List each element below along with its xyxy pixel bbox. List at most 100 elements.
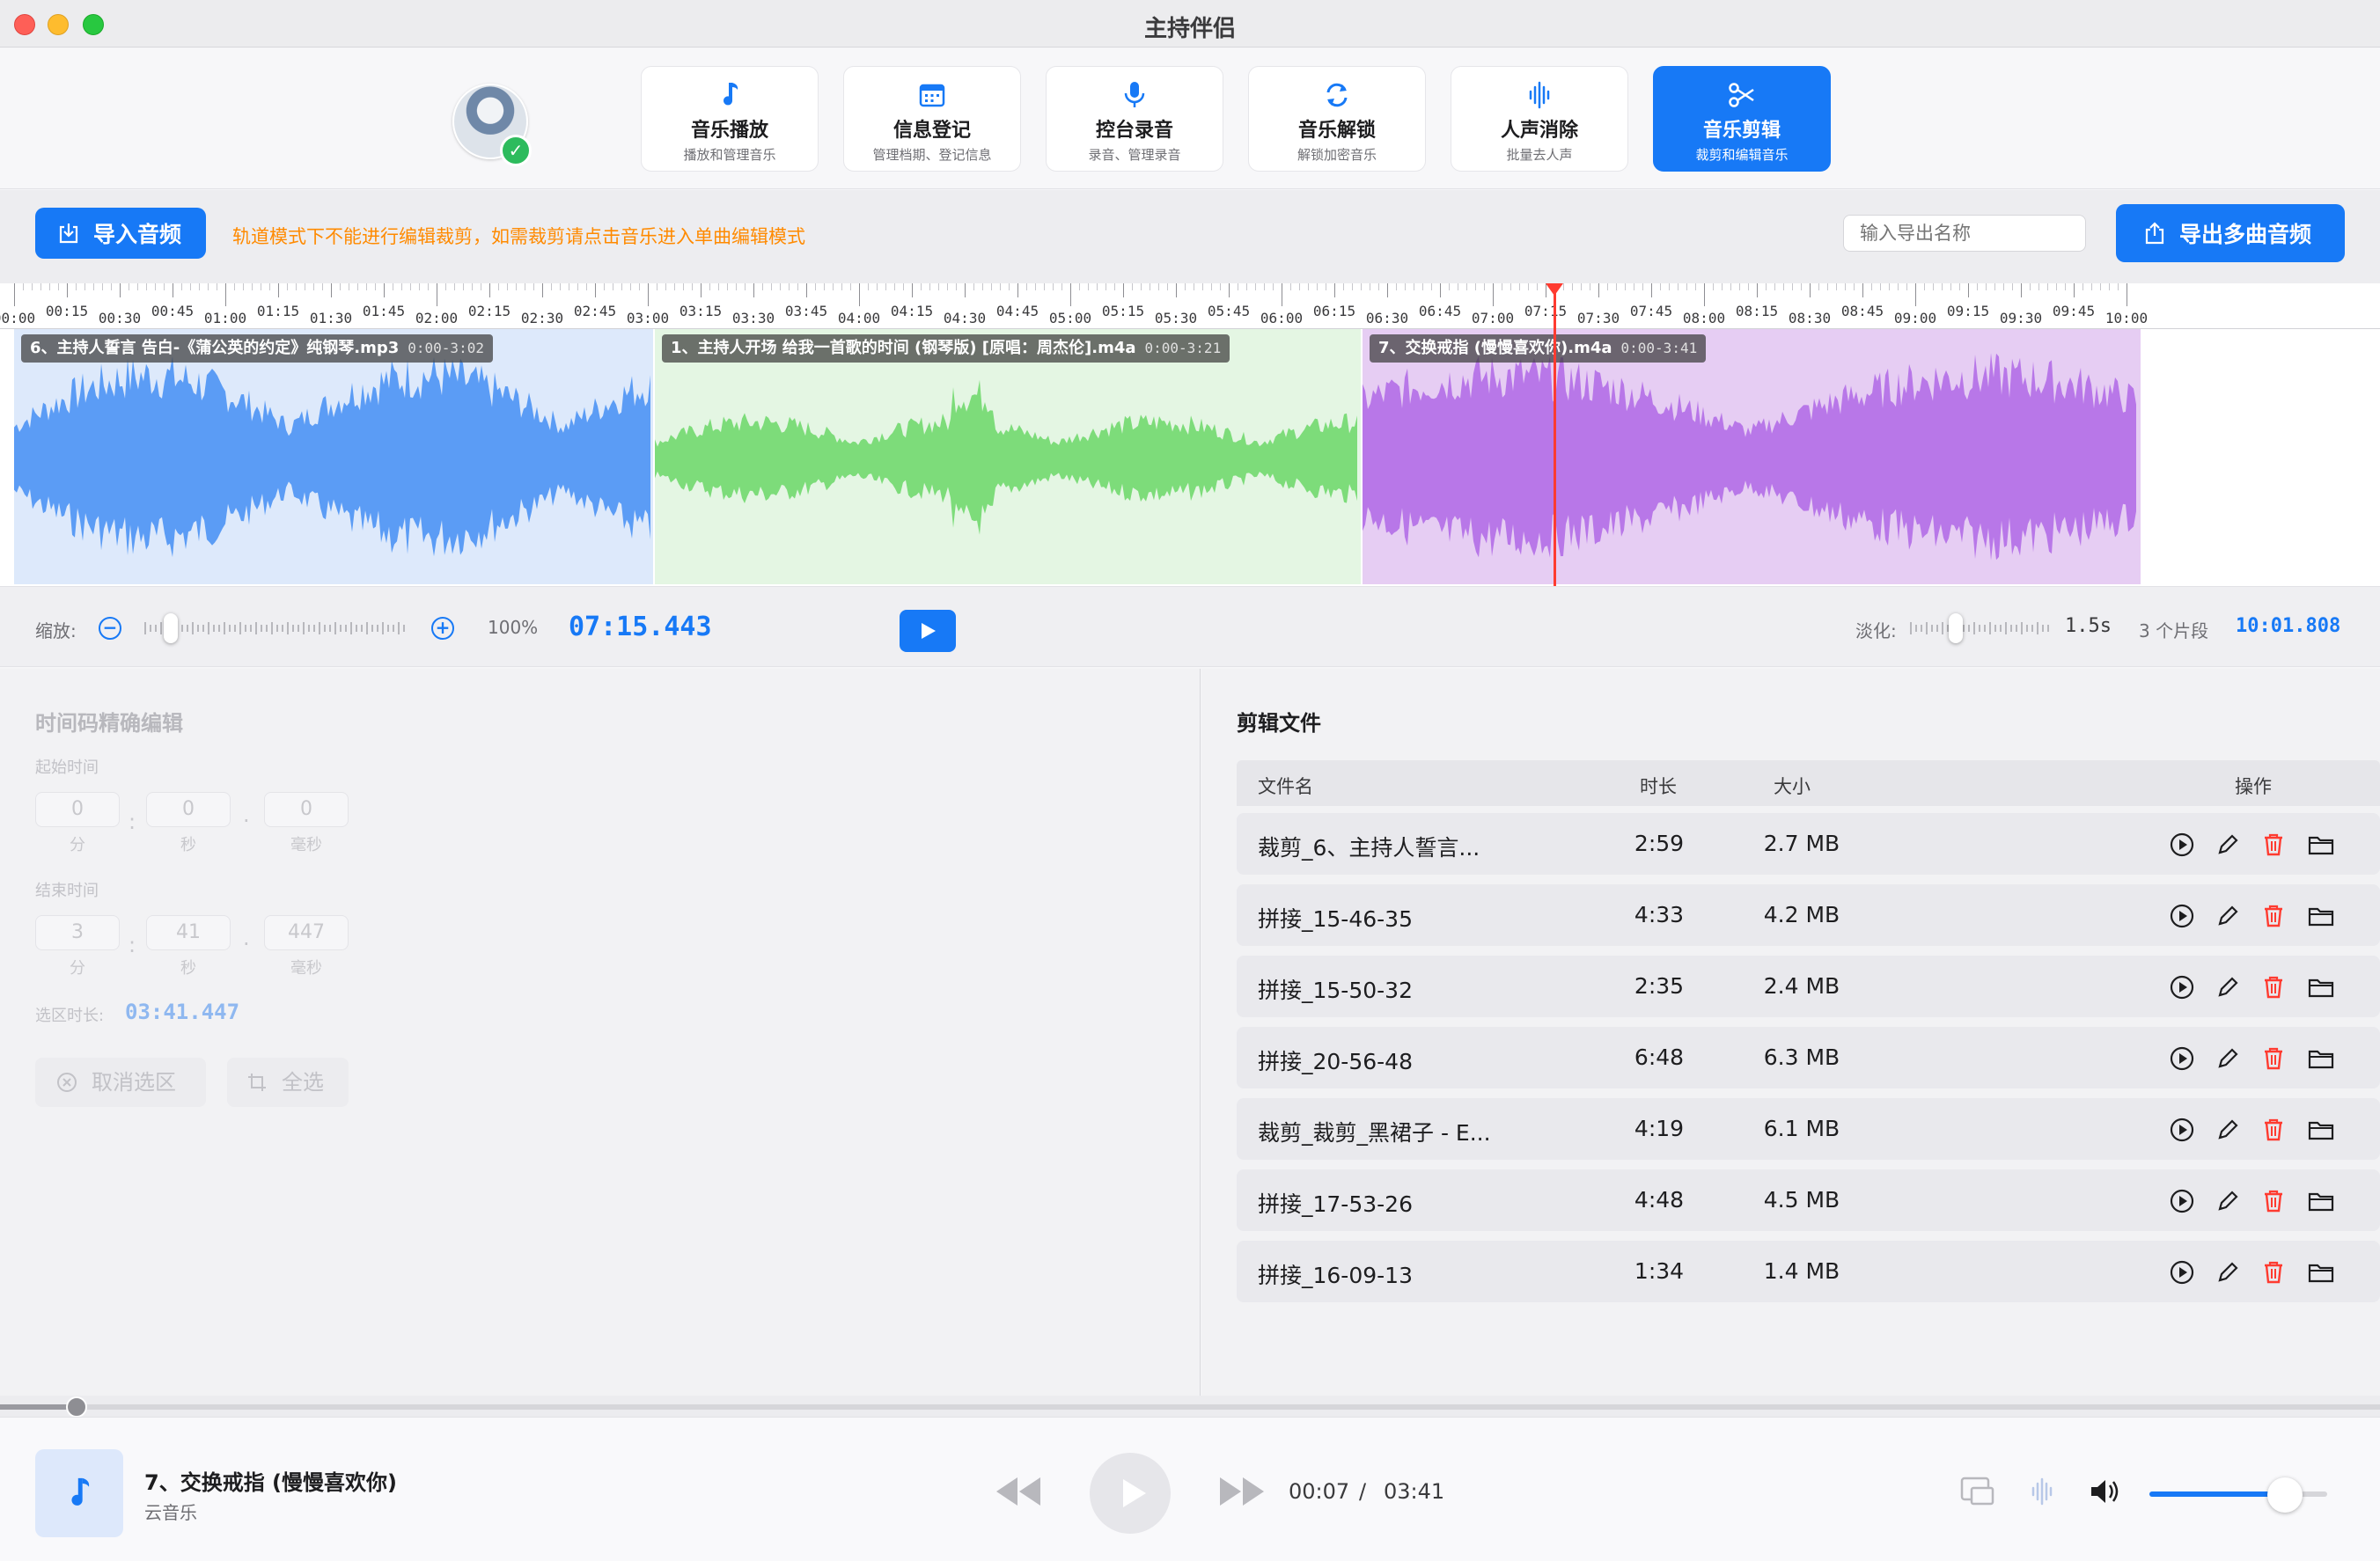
waveform-icon[interactable]	[2026, 1476, 2058, 1507]
export-name-input[interactable]	[1843, 215, 2086, 252]
play-button[interactable]	[1090, 1453, 1171, 1534]
zoom-in-button[interactable]: +	[431, 617, 454, 640]
fade-slider[interactable]	[1910, 622, 2051, 634]
ruler-tick	[1176, 283, 1177, 297]
start-sec-input[interactable]: 0	[146, 792, 231, 827]
ruler-minor-tick	[472, 283, 473, 290]
play-circle-icon[interactable]	[2168, 1044, 2196, 1073]
edit-pencil-icon[interactable]	[2214, 1044, 2242, 1073]
ruler-label: 09:15	[1946, 303, 1990, 319]
ruler-label: 05:00	[1048, 310, 1092, 326]
ruler-minor-tick	[1722, 283, 1723, 290]
track-timeline[interactable]: 00:00 00:15 00:30 00:45 01:00 01:15 01:30 01:45…	[0, 283, 2380, 586]
cancel-selection-button[interactable]: 取消选区	[35, 1058, 206, 1107]
edit-pencil-icon[interactable]	[2214, 902, 2242, 930]
folder-icon[interactable]	[2307, 1258, 2335, 1286]
edit-pencil-icon[interactable]	[2214, 1116, 2242, 1144]
folder-icon[interactable]	[2307, 902, 2335, 930]
zoom-out-button[interactable]: −	[99, 617, 121, 640]
volume-icon[interactable]	[2088, 1476, 2123, 1507]
ruler-minor-tick	[164, 283, 165, 290]
table-row[interactable]: 拼接_17-53-26 4:48 4.5 MB	[1237, 1169, 2380, 1231]
table-row[interactable]: 拼接_16-09-13 1:34 1.4 MB	[1237, 1241, 2380, 1302]
ruler-minor-tick	[190, 283, 191, 290]
rewind-icon[interactable]	[993, 1472, 1044, 1511]
album-cover[interactable]	[35, 1449, 123, 1537]
calendar-icon	[919, 84, 945, 107]
trash-icon[interactable]	[2259, 902, 2288, 930]
nav-music-edit[interactable]: 音乐剪辑 裁剪和编辑音乐	[1653, 66, 1831, 172]
playhead[interactable]	[1554, 287, 1556, 586]
ruler-minor-tick	[947, 283, 948, 290]
ruler-minor-tick	[1660, 283, 1661, 290]
ruler-minor-tick	[745, 283, 746, 290]
slider-notch	[282, 625, 283, 632]
play-circle-icon[interactable]	[2168, 902, 2196, 930]
play-circle-icon[interactable]	[2168, 1116, 2196, 1144]
start-ms-input[interactable]: 0	[264, 792, 349, 827]
select-all-button[interactable]: 全选	[227, 1058, 349, 1107]
fade-slider-knob[interactable]	[1949, 613, 1963, 643]
trash-icon[interactable]	[2259, 1187, 2288, 1215]
trash-icon[interactable]	[2259, 1044, 2288, 1073]
play-circle-icon[interactable]	[2168, 973, 2196, 1001]
ruler-label: 10:00	[2105, 310, 2149, 326]
trash-icon[interactable]	[2259, 973, 2288, 1001]
file-duration: 1:34	[1634, 1258, 1685, 1284]
table-row[interactable]: 拼接_15-50-32 2:35 2.4 MB	[1237, 956, 2380, 1017]
play-circle-icon[interactable]	[2168, 1187, 2196, 1215]
edit-pencil-icon[interactable]	[2214, 831, 2242, 859]
progress-track[interactable]	[0, 1404, 2380, 1410]
trash-icon[interactable]	[2259, 831, 2288, 859]
clip-range: 0:00-3:21	[1144, 340, 1222, 356]
volume-knob[interactable]	[2266, 1477, 2303, 1513]
end-min-input[interactable]: 3	[35, 915, 120, 950]
playback-progress[interactable]	[0, 1396, 2380, 1418]
slider-notch	[1989, 622, 1991, 634]
end-ms-input[interactable]: 447	[264, 915, 349, 950]
playhead-handle[interactable]	[1546, 283, 1563, 296]
nav-info-register[interactable]: 信息登记 管理档期、登记信息	[843, 66, 1021, 172]
separator: :	[129, 933, 136, 957]
ruler-minor-tick	[1299, 283, 1300, 290]
folder-icon[interactable]	[2307, 1044, 2335, 1073]
picture-in-picture-icon[interactable]	[1959, 1476, 1994, 1507]
import-audio-button[interactable]: 导入音频	[35, 208, 206, 259]
table-row[interactable]: 拼接_20-56-48 6:48 6.3 MB	[1237, 1027, 2380, 1088]
folder-icon[interactable]	[2307, 831, 2335, 859]
table-row[interactable]: 裁剪_6、主持人誓言... 2:59 2.7 MB	[1237, 813, 2380, 875]
slider-notch	[234, 625, 236, 632]
edit-pencil-icon[interactable]	[2214, 973, 2242, 1001]
play-circle-icon[interactable]	[2168, 831, 2196, 859]
audio-clip[interactable]: 7、交换戒指 (慢慢喜欢你).m4a 0:00-3:41	[1363, 329, 2141, 584]
time-ruler[interactable]: 00:00 00:15 00:30 00:45 01:00 01:15 01:30 01:45…	[0, 283, 2380, 329]
fast-forward-icon[interactable]	[1216, 1472, 1267, 1511]
start-min-input[interactable]: 0	[35, 792, 120, 827]
table-row[interactable]: 拼接_15-46-35 4:33 4.2 MB	[1237, 884, 2380, 946]
ruler-minor-tick	[736, 283, 737, 290]
edit-pencil-icon[interactable]	[2214, 1258, 2242, 1286]
end-sec-input[interactable]: 41	[146, 915, 231, 950]
nav-vocal-remove[interactable]: 人声消除 批量去人声	[1451, 66, 1628, 172]
play-circle-icon[interactable]	[2168, 1258, 2196, 1286]
audio-clip[interactable]: 1、主持人开场 给我一首歌的时间 (钢琴版) [原唱：周杰伦].m4a 0:00-…	[655, 329, 1361, 584]
trash-icon[interactable]	[2259, 1258, 2288, 1286]
nav-console-record[interactable]: 控台录音 录音、管理录音	[1046, 66, 1223, 172]
progress-knob[interactable]	[65, 1396, 87, 1418]
nav-music-unlock[interactable]: 音乐解锁 解锁加密音乐	[1248, 66, 1426, 172]
folder-icon[interactable]	[2307, 1187, 2335, 1215]
export-multi-audio-button[interactable]: 导出多曲音频	[2116, 204, 2345, 262]
folder-icon[interactable]	[2307, 973, 2335, 1001]
table-row[interactable]: 裁剪_裁剪_黑裙子 - E... 4:19 6.1 MB	[1237, 1098, 2380, 1160]
ruler-minor-tick	[340, 283, 341, 290]
music-note-icon	[71, 1477, 90, 1506]
timeline-play-button[interactable]	[900, 610, 956, 652]
zoom-slider-knob[interactable]	[164, 613, 178, 643]
zoom-slider[interactable]	[144, 622, 408, 634]
audio-clip[interactable]: 6、主持人誓言 告白-《蒲公英的约定》纯钢琴.mp3 0:00-3:02	[14, 329, 653, 584]
nav-music-play[interactable]: 音乐播放 播放和管理音乐	[641, 66, 819, 172]
edit-pencil-icon[interactable]	[2214, 1187, 2242, 1215]
ruler-label: 07:45	[1629, 303, 1673, 319]
folder-icon[interactable]	[2307, 1116, 2335, 1144]
trash-icon[interactable]	[2259, 1116, 2288, 1144]
